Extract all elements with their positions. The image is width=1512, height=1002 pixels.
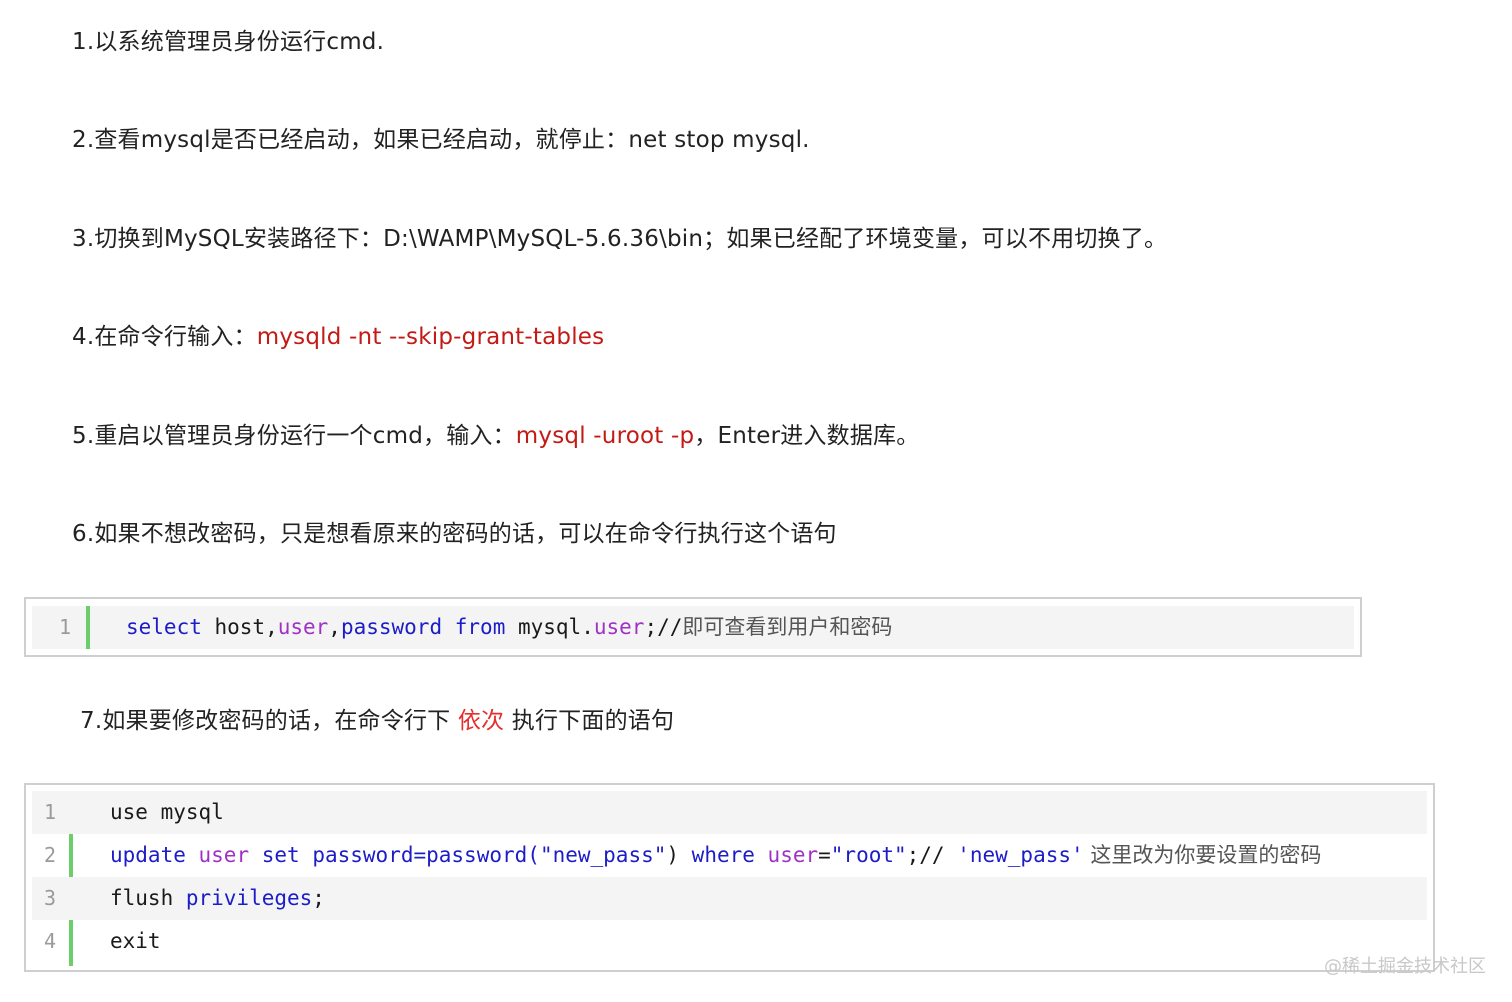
str-new-pass-quoted: 'new_pass' [957, 843, 1084, 867]
tok: = [818, 843, 831, 867]
code-text: use mysql [110, 800, 224, 824]
step-4: 4.在命令行输入：mysqld -nt --skip-grant-tables [72, 321, 604, 353]
tok [186, 843, 199, 867]
tok: mysql. [505, 615, 594, 639]
code-line-4: 4 exit [32, 920, 1427, 963]
tok: ;// [644, 615, 683, 639]
tok-user: user [198, 843, 250, 867]
tok [442, 615, 455, 639]
str-new-pass: "new_pass" [539, 843, 667, 867]
kw-select: select [126, 615, 202, 639]
tok [755, 843, 768, 867]
tok: ; [312, 886, 325, 910]
step-6: 6.如果不想改密码，只是想看原来的密码的话，可以在命令行执行这个语句 [72, 521, 837, 547]
tok [249, 843, 262, 867]
kw-where: where [691, 843, 755, 867]
tok-password: password= [299, 843, 427, 867]
step-7-prefix: 7.如果要修改密码的话，在命令行下 [80, 708, 458, 734]
step-7-suffix: 执行下面的语句 [504, 708, 675, 734]
code-line: 1 select host,user,password from mysql.u… [32, 606, 1354, 649]
step-7-emphasis: 依次 [457, 708, 505, 734]
step-3: 3.切换到MySQL安装路径下：D:\WAMP\MySQL-5.6.36\bin… [72, 226, 1168, 252]
step-5-prefix: 5.重启以管理员身份运行一个cmd，输入： [72, 423, 516, 449]
line-number: 4 [43, 929, 57, 953]
tok: ;// [906, 843, 958, 867]
tok: ( [527, 843, 540, 867]
code-line-1: 1 use mysql [32, 791, 1427, 834]
code-text: update user set password=password("new_p… [110, 834, 1321, 877]
step-2: 2.查看mysql是否已经启动，如果已经启动，就停止：net stop mysq… [72, 127, 810, 153]
tok: ) [666, 843, 692, 867]
step-5-suffix: ，Enter进入数据库。 [694, 423, 920, 449]
code-block-select: 1 select host,user,password from mysql.u… [24, 597, 1362, 657]
kw-update: update [110, 843, 186, 867]
tok-password: password [340, 615, 443, 639]
fn-password: password [426, 843, 528, 867]
step-5: 5.重启以管理员身份运行一个cmd，输入：mysql -uroot -p，Ent… [72, 420, 919, 452]
watermark: @稀土掘金技术社区 [1324, 956, 1486, 977]
tok: host, [201, 615, 278, 639]
tok-flush: flush [110, 886, 186, 910]
code-line-3: 3 flush privileges; [32, 877, 1427, 920]
code-comment: 这里改为你要设置的密码 [1083, 843, 1322, 867]
tok-user: user [767, 843, 819, 867]
line-number: 3 [43, 886, 57, 910]
step-1: 1.以系统管理员身份运行cmd. [72, 29, 385, 55]
step-7: 7.如果要修改密码的话，在命令行下 依次 执行下面的语句 [80, 705, 674, 737]
code-line-2: 2 update user set password=password("new… [32, 834, 1427, 877]
tok-user: user [593, 615, 645, 639]
line-number: 2 [43, 843, 57, 867]
kw-privileges: privileges [185, 886, 313, 910]
kw-set: set [261, 843, 300, 867]
step-4-command: mysqld -nt --skip-grant-tables [256, 324, 605, 350]
gutter-bar [86, 606, 90, 649]
step-4-prefix: 4.在命令行输入： [72, 324, 257, 350]
str-root: "root" [830, 843, 907, 867]
line-number: 1 [43, 800, 57, 824]
kw-from: from [454, 615, 506, 639]
code-comment: 即可查看到用户和密码 [682, 615, 893, 639]
line-number: 1 [58, 615, 72, 639]
code-block-update: 1 use mysql 2 update user set password=p… [24, 783, 1435, 972]
code-text: exit [110, 929, 161, 953]
tok: , [328, 615, 341, 639]
code-text: select host,user,password from mysql.use… [126, 606, 892, 649]
code-text: flush privileges; [110, 877, 325, 920]
tok-user: user [277, 615, 329, 639]
step-5-command: mysql -uroot -p [515, 423, 695, 449]
